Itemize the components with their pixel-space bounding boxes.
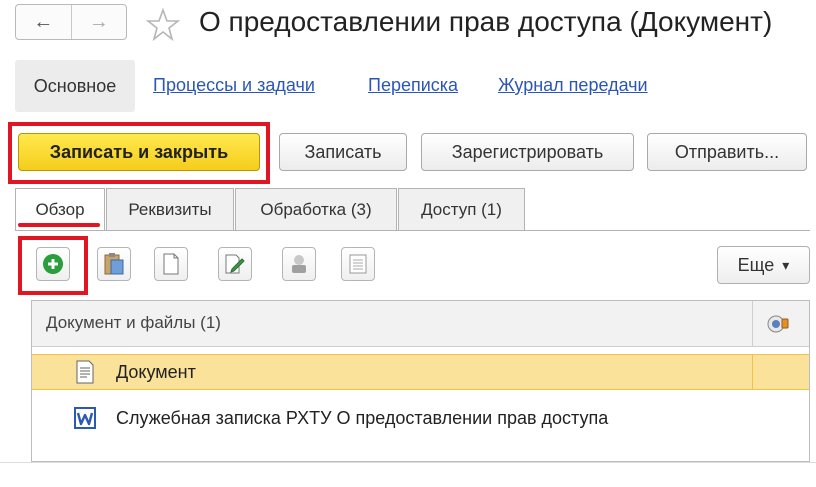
save-and-close-button[interactable]: Записать и закрыть xyxy=(18,133,260,171)
edit-file-button[interactable] xyxy=(218,247,252,281)
clipboard-icon xyxy=(104,253,124,275)
divider xyxy=(0,462,816,463)
tab-access[interactable]: Доступ (1) xyxy=(398,188,525,230)
row-label: Документ xyxy=(116,362,196,382)
plus-circle-icon xyxy=(43,254,63,274)
scan-button[interactable] xyxy=(282,247,316,281)
save-button[interactable]: Записать xyxy=(279,133,407,171)
star-icon[interactable] xyxy=(146,8,180,42)
barcode-doc-icon xyxy=(349,254,367,274)
send-button[interactable]: Отправить... xyxy=(647,133,807,171)
table-header-label[interactable]: Документ и файлы (1) xyxy=(46,313,221,333)
edit-page-icon xyxy=(225,254,245,274)
row-divider xyxy=(752,355,753,389)
back-button[interactable]: ← xyxy=(16,5,71,39)
forward-button[interactable]: → xyxy=(70,5,127,39)
section-link-correspondence[interactable]: Переписка xyxy=(368,72,458,98)
chevron-down-icon: ▾ xyxy=(782,256,790,273)
section-link-processes[interactable]: Процессы и задачи xyxy=(153,72,315,98)
history-nav: ← → xyxy=(15,4,127,40)
column-divider xyxy=(752,301,753,347)
files-table: Документ и файлы (1) Документ Служебная … xyxy=(31,300,810,462)
section-link-transfer-log[interactable]: Журнал передачи xyxy=(498,72,648,98)
tab-divider xyxy=(15,230,810,231)
add-button[interactable] xyxy=(36,247,70,281)
page-title: О предоставлении прав доступа (Документ) xyxy=(199,6,773,37)
highlight-underline xyxy=(18,223,100,227)
new-file-button[interactable] xyxy=(154,247,188,281)
arrow-left-icon: ← xyxy=(33,10,54,33)
table-header: Документ и файлы (1) xyxy=(32,301,809,347)
register-button[interactable]: Зарегистрировать xyxy=(421,133,634,171)
table-row[interactable]: Документ xyxy=(32,354,809,390)
paste-from-clipboard-button[interactable] xyxy=(97,247,131,281)
tab-processing[interactable]: Обработка (3) xyxy=(235,188,397,230)
access-key-icon[interactable] xyxy=(766,313,792,335)
section-main[interactable]: Основное xyxy=(15,60,135,112)
more-button[interactable]: Еще ▾ xyxy=(717,246,810,284)
scanner-icon xyxy=(292,255,306,273)
document-icon xyxy=(76,360,94,384)
blank-page-icon xyxy=(163,253,179,275)
template-button[interactable] xyxy=(341,247,375,281)
tab-details[interactable]: Реквизиты xyxy=(106,188,234,230)
table-row[interactable]: Служебная записка РХТУ О предоставлении … xyxy=(32,401,809,437)
word-icon xyxy=(74,407,96,429)
more-label: Еще xyxy=(737,254,775,275)
row-label: Служебная записка РХТУ О предоставлении … xyxy=(116,408,609,428)
arrow-right-icon: → xyxy=(88,10,109,33)
